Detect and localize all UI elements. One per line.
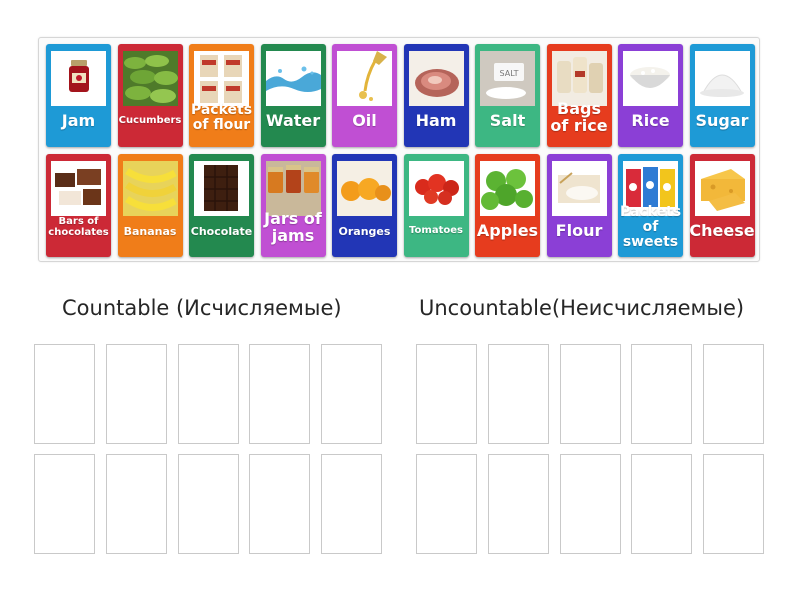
uncountable-drop-slot[interactable] bbox=[631, 344, 693, 444]
card-jam[interactable]: Jam bbox=[46, 44, 111, 147]
card-water[interactable]: Water bbox=[260, 44, 326, 147]
card-ham[interactable]: Ham bbox=[403, 44, 469, 147]
ham-icon bbox=[408, 51, 464, 106]
card-chocolate[interactable]: Chocolate bbox=[189, 154, 254, 257]
card-label: Packets of flour bbox=[190, 101, 253, 133]
bananas-icon bbox=[122, 161, 178, 216]
water-splash-icon bbox=[265, 51, 321, 106]
card-salt[interactable]: SALT Salt bbox=[475, 44, 540, 147]
card-label: Cucumbers bbox=[118, 115, 182, 127]
card-label: Tomatoes bbox=[409, 225, 463, 237]
cheese-icon bbox=[694, 161, 750, 216]
sugar-icon bbox=[694, 51, 750, 106]
countable-drop-slot[interactable] bbox=[177, 344, 239, 444]
rice-bowl-icon bbox=[623, 51, 678, 106]
countable-drop-slot[interactable] bbox=[321, 344, 383, 444]
card-flour[interactable]: Flour bbox=[546, 154, 612, 257]
uncountable-drop-slot[interactable] bbox=[416, 344, 477, 444]
card-bags-of-rice[interactable]: Bags of rice bbox=[546, 44, 612, 147]
apples-icon bbox=[480, 161, 535, 216]
uncountable-drop-slot[interactable] bbox=[703, 454, 765, 554]
card-label: Bags of rice bbox=[550, 98, 608, 135]
oil-pour-icon bbox=[337, 51, 392, 106]
cucumbers-icon bbox=[122, 51, 178, 106]
card-oranges[interactable]: Oranges bbox=[332, 154, 397, 257]
countable-drop-slot[interactable] bbox=[249, 454, 311, 554]
card-packets-of-sweets[interactable]: Packets of sweets bbox=[618, 154, 683, 257]
card-label: Flour bbox=[555, 221, 603, 241]
group-heading-countable: Countable (Исчисляемые) bbox=[62, 296, 342, 320]
card-label: Oranges bbox=[338, 224, 391, 238]
card-oil[interactable]: Oil bbox=[332, 44, 397, 147]
countable-drop-slot[interactable] bbox=[105, 344, 167, 444]
flour-icon bbox=[551, 161, 607, 216]
card-cucumbers[interactable]: Cucumbers bbox=[117, 44, 183, 147]
card-label: Chocolate bbox=[190, 224, 253, 238]
countable-drop-slot[interactable] bbox=[34, 344, 95, 444]
card-label: Cheese bbox=[689, 221, 755, 241]
card-rice[interactable]: Rice bbox=[618, 44, 683, 147]
uncountable-drop-slot[interactable] bbox=[703, 344, 765, 444]
uncountable-drop-slot[interactable] bbox=[487, 454, 549, 554]
card-bars-of-chocolates[interactable]: Bars of chocolates bbox=[46, 154, 111, 257]
card-tomatoes[interactable]: Tomatoes bbox=[403, 154, 469, 257]
card-cheese[interactable]: Cheese bbox=[689, 154, 755, 257]
salt-icon: SALT bbox=[480, 51, 535, 106]
countable-drop-slot[interactable] bbox=[249, 344, 311, 444]
card-label: Bars of chocolates bbox=[48, 216, 109, 238]
chocolate-icon bbox=[194, 161, 249, 216]
jam-jar-icon bbox=[51, 51, 106, 106]
countable-drop-slot[interactable] bbox=[177, 454, 239, 554]
uncountable-drop-slot[interactable] bbox=[559, 344, 621, 444]
uncountable-drop-slot[interactable] bbox=[487, 344, 549, 444]
group-heading-uncountable: Uncountable(Неисчисляемые) bbox=[419, 296, 745, 320]
card-label: Salt bbox=[489, 111, 526, 131]
card-sugar[interactable]: Sugar bbox=[689, 44, 755, 147]
card-bananas[interactable]: Bananas bbox=[117, 154, 183, 257]
card-label: Jam bbox=[61, 111, 96, 131]
oranges-icon bbox=[337, 161, 392, 216]
card-label: Rice bbox=[631, 111, 670, 131]
card-bank: Jam Cucumbers Packets of flour Water Oil Ham S… bbox=[38, 37, 760, 262]
uncountable-drop-slot[interactable] bbox=[631, 454, 693, 554]
card-label: Apples bbox=[476, 221, 539, 241]
uncountable-drop-slot[interactable] bbox=[559, 454, 621, 554]
countable-drop-slot[interactable] bbox=[321, 454, 383, 554]
card-apples[interactable]: Apples bbox=[475, 154, 540, 257]
tomatoes-icon bbox=[408, 161, 464, 216]
countable-drop-slot[interactable] bbox=[105, 454, 167, 554]
card-label: Ham bbox=[415, 111, 457, 131]
card-jars-of-jams[interactable]: Jars of jams bbox=[260, 154, 326, 257]
svg-text:SALT: SALT bbox=[500, 69, 519, 78]
card-label: Oil bbox=[352, 111, 377, 131]
countable-drop-slot[interactable] bbox=[34, 454, 95, 554]
card-label: Jars of jams bbox=[264, 208, 322, 245]
card-label: Sugar bbox=[695, 111, 749, 131]
card-label: Packets of sweets bbox=[619, 204, 682, 250]
uncountable-drop-slot[interactable] bbox=[416, 454, 477, 554]
card-packets-of-flour[interactable]: Packets of flour bbox=[189, 44, 254, 147]
card-label: Water bbox=[265, 111, 321, 131]
card-label: Bananas bbox=[123, 224, 177, 238]
